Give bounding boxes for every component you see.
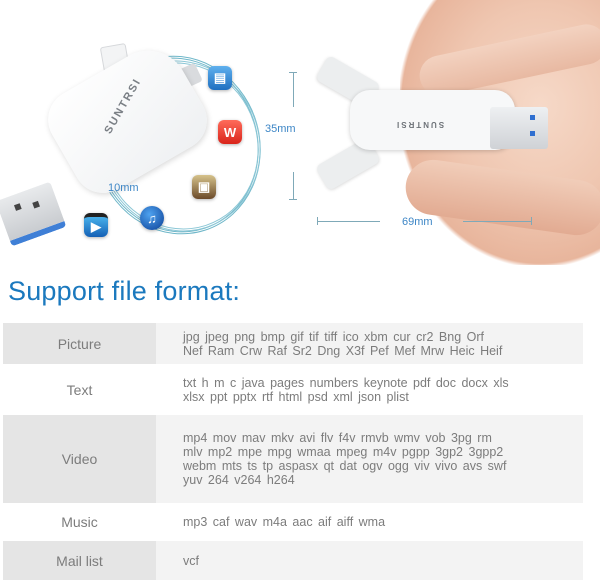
format-list: mp4 mov mav mkv avi flv f4v rmvb wmv vob… xyxy=(156,415,583,503)
table-row: Music mp3 caf wav m4a aac aif aiff wma xyxy=(3,503,583,541)
usb-a-plug xyxy=(0,181,67,247)
dimension-line xyxy=(293,172,294,200)
format-line: yuv 264 v264 h264 xyxy=(183,473,295,487)
usb-a-plug xyxy=(490,107,548,149)
format-line: mp3 caf wav m4a aac aif aiff wma xyxy=(183,515,386,529)
format-table: Picture jpg jpeg png bmp gif tif tiff ic… xyxy=(3,323,583,580)
dimension-tick xyxy=(289,199,297,200)
format-line: txt h m c java pages numbers keynote pdf… xyxy=(183,375,509,390)
format-line: jpg jpeg png bmp gif tif tiff ico xbm cu… xyxy=(183,329,484,344)
brand-logo: SUNTRSI xyxy=(395,120,445,129)
format-line: Nef Ram Crw Raf Sr2 Dng X3f Pef Mef Mrw … xyxy=(183,343,503,358)
format-list: txt h m c java pages numbers keynote pdf… xyxy=(156,364,583,415)
table-row: Text txt h m c java pages numbers keynot… xyxy=(3,364,583,415)
format-line: webm mts ts tp aspasx qt dat ogv ogg viv… xyxy=(183,459,507,473)
video-app-icon: ▶ xyxy=(84,213,108,237)
category-label: Picture xyxy=(3,323,156,364)
music-app-icon: ♫ xyxy=(140,206,164,230)
book-app-icon: ▤ xyxy=(208,66,232,90)
length-label: 69mm xyxy=(402,216,433,228)
table-row: Picture jpg jpeg png bmp gif tif tiff ic… xyxy=(3,323,583,364)
dimension-tick xyxy=(531,217,532,225)
wps-office-icon: W xyxy=(218,120,242,144)
format-line: xlsx ppt pptx rtf html psd xml json plis… xyxy=(183,389,409,404)
thickness-label: 10mm xyxy=(108,182,139,194)
photo-app-icon: ▣ xyxy=(192,175,216,199)
format-line: vcf xyxy=(183,553,199,568)
table-row: Mail list vcf xyxy=(3,541,583,580)
category-label: Mail list xyxy=(3,541,156,580)
format-list: vcf xyxy=(156,541,583,580)
dimension-line xyxy=(463,221,531,222)
category-label: Music xyxy=(61,514,98,530)
format-line: mp4 mov mav mkv avi flv f4v rmvb wmv vob… xyxy=(183,431,492,445)
dimension-line xyxy=(293,72,294,107)
category-label: Text xyxy=(66,381,93,398)
table-row: Video mp4 mov mav mkv avi flv f4v rmvb w… xyxy=(3,415,583,503)
category-label: Video xyxy=(3,415,156,503)
dimension-line xyxy=(317,221,380,222)
format-line: mlv mp2 mpe mpg wmaa mpeg m4v pgpp 3gp2 … xyxy=(183,445,504,459)
product-image: SUNTRSI ▤ W ▣ ♫ ▶ 10mm 35mm SUNTRSI 69mm xyxy=(0,0,600,270)
format-list: jpg jpeg png bmp gif tif tiff ico xbm cu… xyxy=(156,323,583,364)
format-list: mp3 caf wav m4a aac aif aiff wma xyxy=(156,503,583,541)
page-title: Support file format: xyxy=(8,276,241,306)
height-label: 35mm xyxy=(265,123,296,135)
